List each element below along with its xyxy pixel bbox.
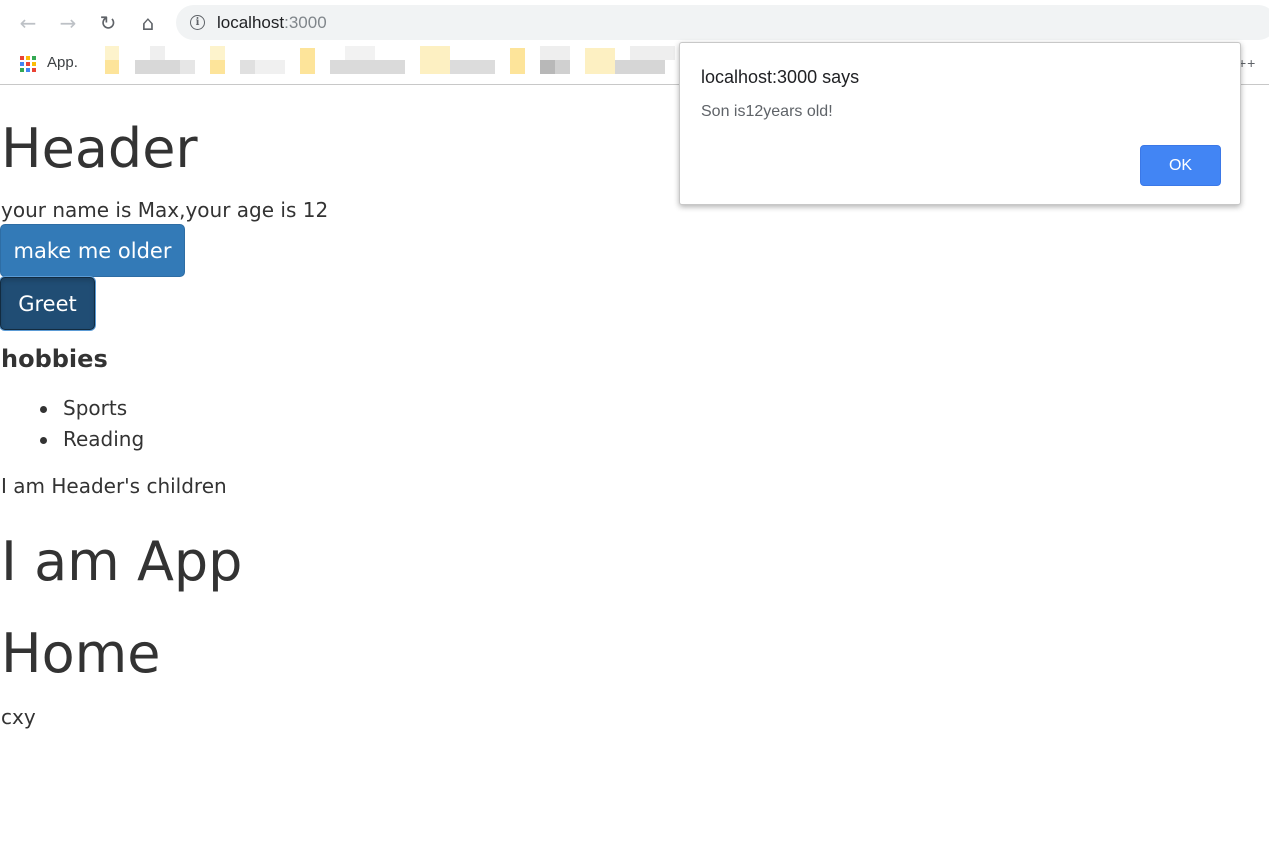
hobbies-heading: hobbies	[1, 345, 108, 373]
apps-grid-dot	[32, 68, 36, 72]
apps-grid-dot	[26, 62, 30, 66]
apps-grid-dot	[32, 56, 36, 60]
apps-grid-dot	[20, 68, 24, 72]
back-icon[interactable]: ←	[15, 10, 41, 36]
alert-title: localhost:3000 says	[701, 67, 860, 87]
apps-grid-dot	[26, 56, 30, 60]
list-item: Sports	[40, 393, 144, 424]
app-title: I am App	[1, 530, 243, 593]
apps-grid-dot	[26, 68, 30, 72]
make-me-older-button[interactable]: make me older	[0, 224, 185, 277]
alert-ok-button[interactable]: OK	[1140, 145, 1221, 186]
forward-icon[interactable]: →	[55, 10, 81, 36]
site-info-icon[interactable]: i	[190, 15, 205, 30]
bullet-icon	[40, 437, 47, 444]
url-port: :3000	[284, 12, 327, 32]
address-bar[interactable]: i localhost:3000	[176, 5, 1269, 40]
home-icon[interactable]: ⌂	[135, 10, 161, 36]
header-title: Header	[1, 117, 198, 180]
reload-icon[interactable]: ↻	[95, 10, 121, 36]
apps-grid-dot	[20, 62, 24, 66]
greet-button[interactable]: Greet	[0, 277, 95, 330]
bullet-icon	[40, 406, 47, 413]
url-host: localhost	[217, 12, 285, 32]
alert-message: Son is12years old!	[701, 103, 833, 120]
header-children-text: I am Header's children	[1, 474, 227, 498]
apps-grid-dot	[32, 62, 36, 66]
hobbies-list: Sports Reading	[40, 393, 144, 455]
apps-bookmark-label[interactable]: App.	[47, 54, 78, 71]
hobby-label: Sports	[63, 396, 128, 420]
apps-grid-dot	[20, 56, 24, 60]
apps-grid-icon[interactable]	[20, 56, 36, 72]
alert-dialog: localhost:3000 says Son is12years old! O…	[679, 42, 1241, 205]
home-text: cxy	[1, 705, 36, 729]
user-info-text: your name is Max,your age is 12	[1, 198, 329, 222]
home-title: Home	[1, 622, 161, 685]
hobby-label: Reading	[63, 427, 145, 451]
list-item: Reading	[40, 424, 144, 455]
